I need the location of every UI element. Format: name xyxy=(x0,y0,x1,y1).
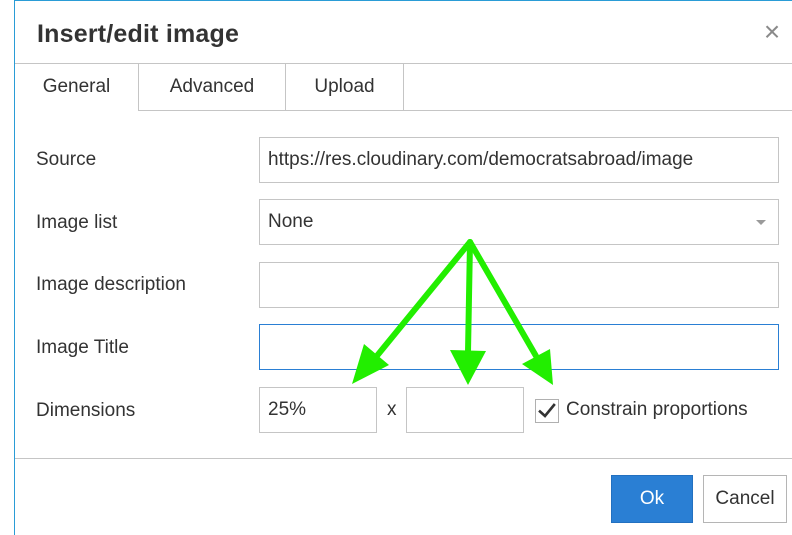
footer-divider xyxy=(15,458,792,459)
image-list-label: Image list xyxy=(36,212,118,233)
tab-upload[interactable]: Upload xyxy=(286,64,404,110)
checkmark-icon xyxy=(538,403,556,418)
image-title-label: Image Title xyxy=(36,337,129,358)
dialog-title: Insert/edit image xyxy=(37,20,240,48)
insert-edit-image-dialog: Insert/edit image × General Advanced Upl… xyxy=(14,0,792,535)
image-title-input[interactable] xyxy=(259,324,779,370)
source-label: Source xyxy=(36,149,97,170)
image-list-value: None xyxy=(268,211,314,232)
source-input[interactable]: https://res.cloudinary.com/democratsabro… xyxy=(259,137,779,183)
height-input[interactable] xyxy=(406,387,524,433)
width-input[interactable]: 25% xyxy=(259,387,377,433)
image-description-label: Image description xyxy=(36,274,186,295)
close-icon[interactable]: × xyxy=(757,14,787,50)
tab-general[interactable]: General xyxy=(15,64,139,111)
dimensions-label: Dimensions xyxy=(36,400,136,421)
constrain-proportions-label[interactable]: Constrain proportions xyxy=(566,399,748,421)
ok-button[interactable]: Ok xyxy=(611,475,693,523)
image-description-input[interactable] xyxy=(259,262,779,308)
image-list-select[interactable]: None xyxy=(259,199,779,245)
chevron-down-icon xyxy=(756,220,766,225)
constrain-proportions-checkbox[interactable] xyxy=(535,399,559,423)
dimensions-separator: x xyxy=(387,399,397,420)
tab-advanced[interactable]: Advanced xyxy=(139,64,286,110)
cancel-button[interactable]: Cancel xyxy=(703,475,787,523)
tab-bar: General Advanced Upload xyxy=(15,64,792,111)
